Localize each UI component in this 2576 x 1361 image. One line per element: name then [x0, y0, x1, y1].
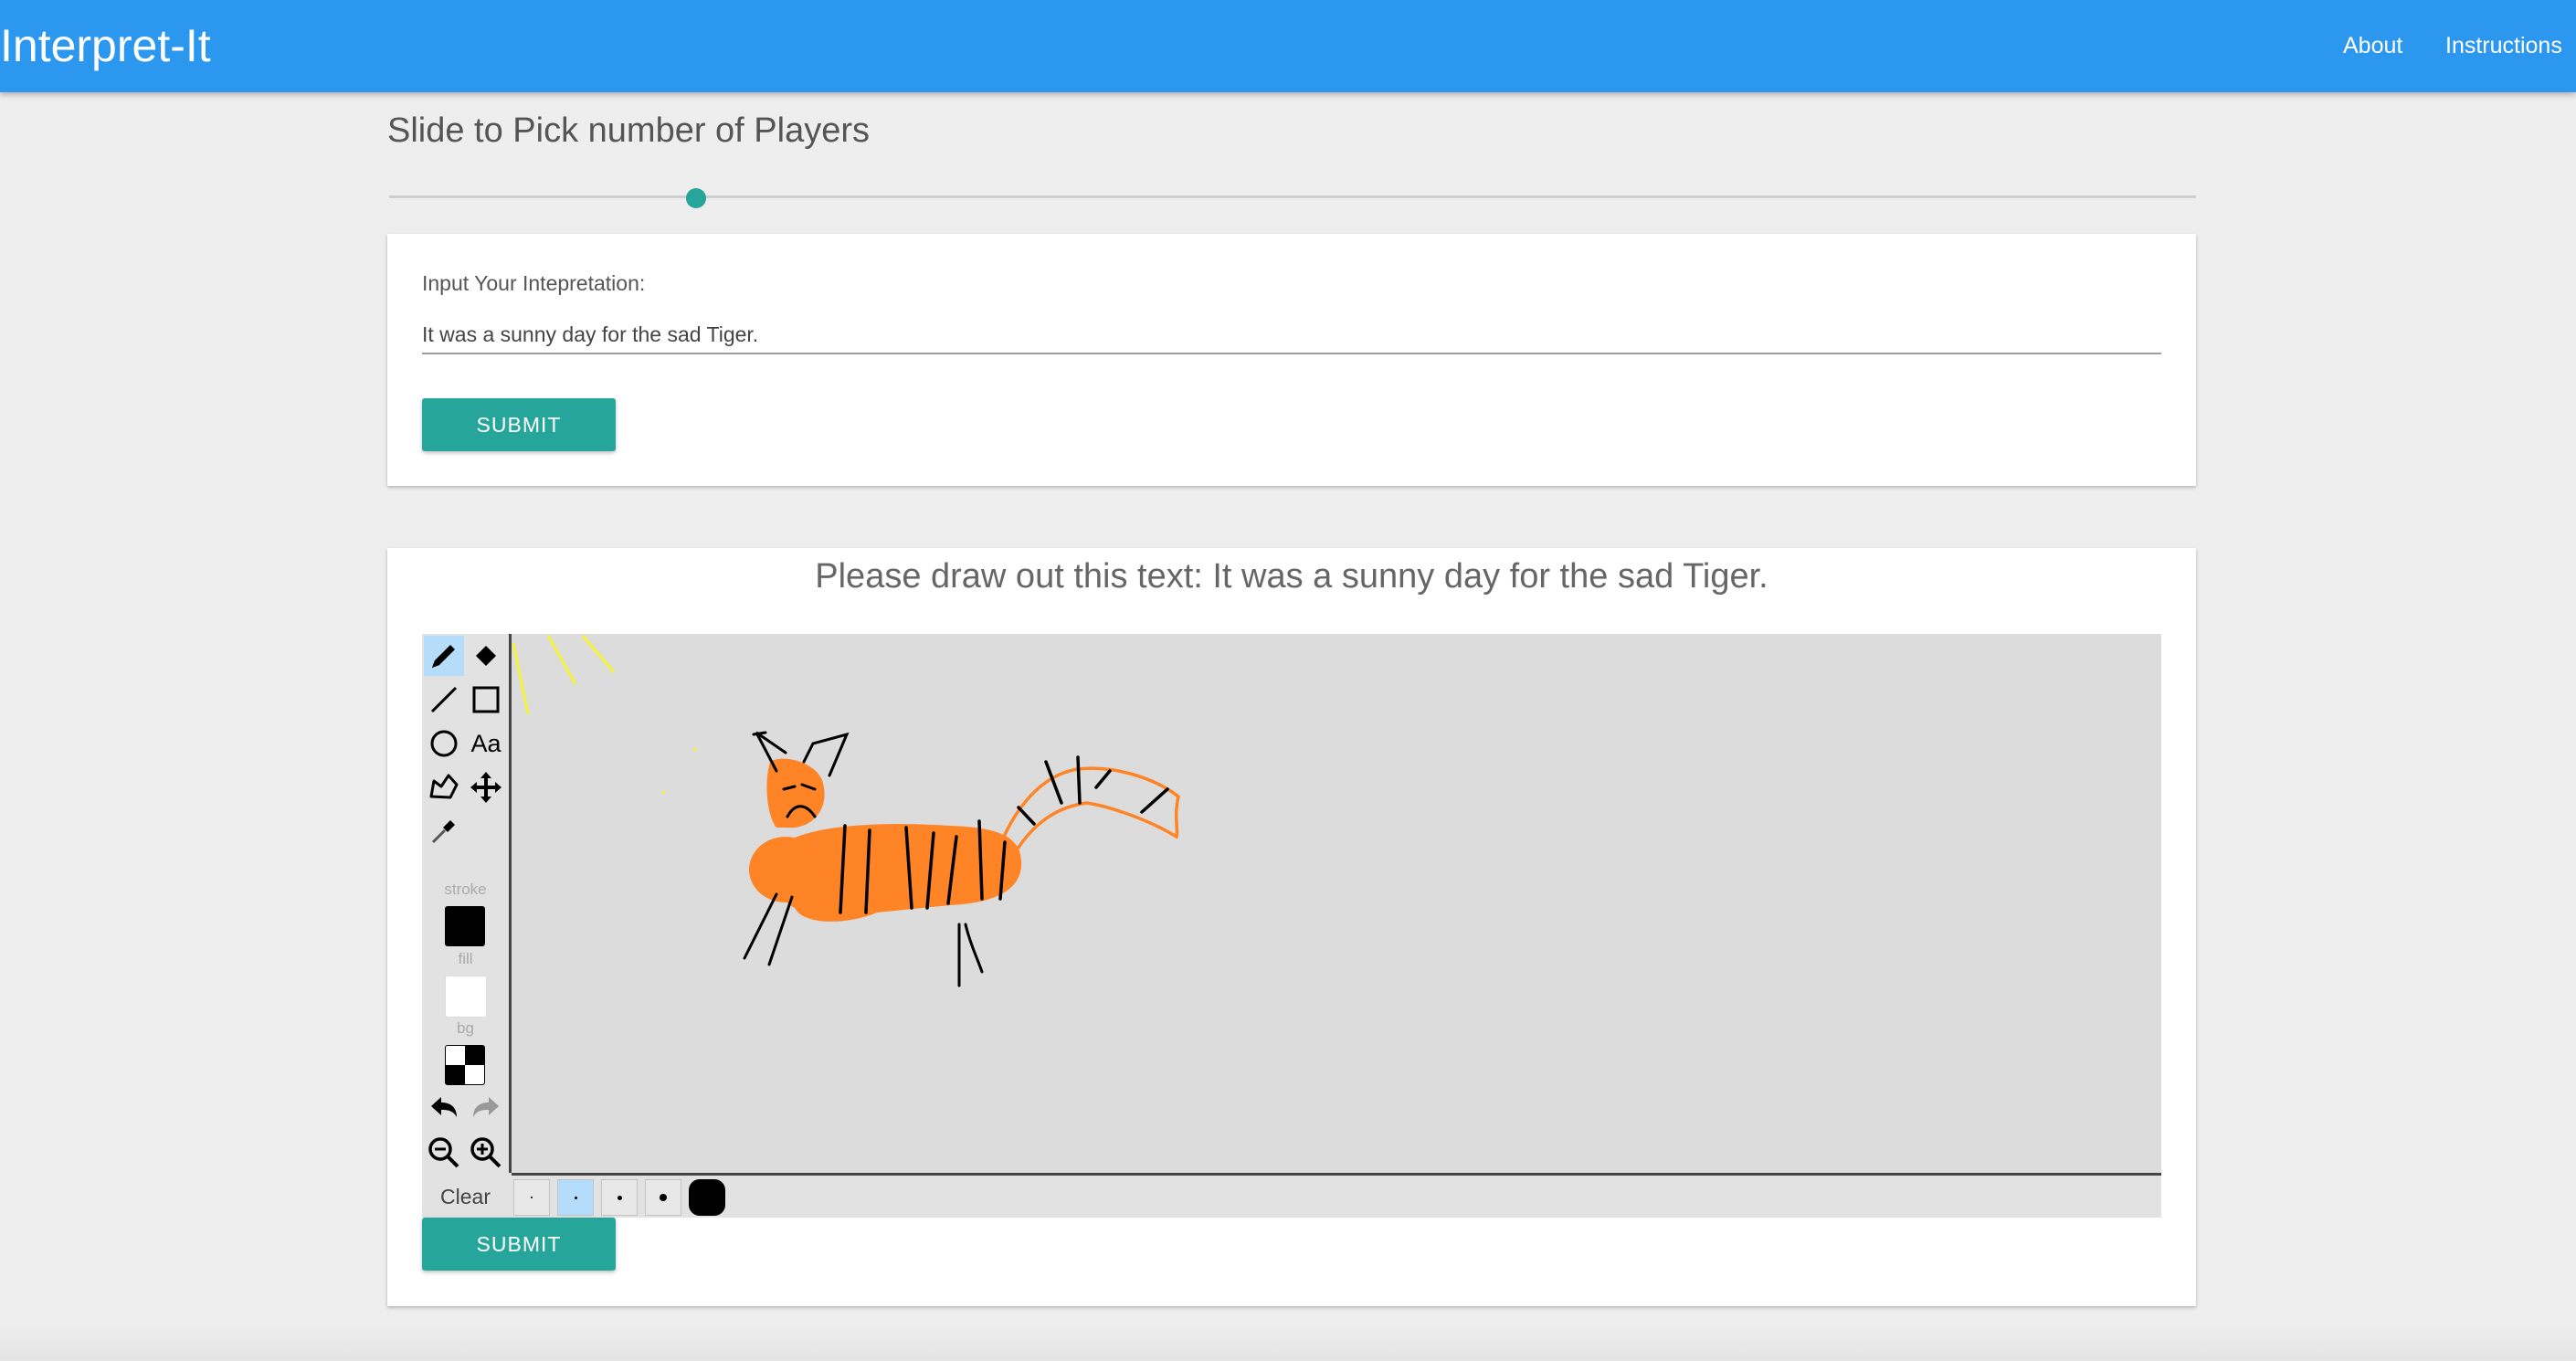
bg-label: bg: [457, 1019, 474, 1037]
interpretation-label: Input Your Intepretation:: [422, 271, 646, 295]
eraser-icon[interactable]: [466, 636, 506, 676]
zoom-out-icon[interactable]: [424, 1133, 464, 1173]
eyedropper-icon[interactable]: [424, 811, 464, 851]
text-tool-label: Aa: [470, 729, 501, 757]
text-tool-icon[interactable]: Aa: [466, 723, 506, 764]
brush-size-1-button[interactable]: [513, 1179, 550, 1216]
players-slider-thumb[interactable]: [686, 188, 707, 208]
redo-icon[interactable]: [466, 1089, 506, 1129]
clear-button[interactable]: Clear: [422, 1176, 509, 1218]
brush-size-3-button[interactable]: [601, 1179, 638, 1216]
polygon-icon[interactable]: [424, 767, 464, 807]
interpretation-card: Input Your Intepretation: SUBMIT: [387, 234, 2196, 486]
editor-bottom-bar: Clear: [422, 1176, 2161, 1218]
brush-size-1-dot: [531, 1197, 533, 1198]
players-slider-title: Slide to Pick number of Players: [387, 111, 871, 150]
drawing-canvas[interactable]: [512, 634, 2161, 1176]
drawing-prompt: Please draw out this text: It was a sunn…: [815, 557, 1768, 596]
app-header: Interpret-It About Instructions: [0, 0, 2576, 92]
tiger-drawing: [512, 635, 1180, 987]
brand-logo[interactable]: Interpret-It: [0, 18, 211, 73]
players-slider-track[interactable]: [389, 195, 2196, 198]
page-footer-shade: [0, 1320, 2576, 1361]
fill-label: fill: [458, 950, 473, 967]
fill-color-swatch[interactable]: [445, 976, 487, 1018]
drawing-card: Please draw out this text: It was a sunn…: [387, 548, 2196, 1306]
nav-instructions-link[interactable]: Instructions: [2445, 31, 2562, 60]
rectangle-icon[interactable]: [466, 680, 506, 720]
brush-size-3-dot: [617, 1195, 622, 1200]
brush-size-2-dot: [574, 1196, 577, 1199]
bg-color-swatch[interactable]: [445, 1045, 485, 1085]
drawing-editor: Aa stroke fill bg Clear: [422, 634, 2161, 1218]
submit-interpretation-button[interactable]: SUBMIT: [422, 398, 616, 451]
brush-size-5-button[interactable]: [689, 1179, 725, 1216]
nav-about-link[interactable]: About: [2343, 31, 2402, 60]
brush-size-4-button[interactable]: [645, 1179, 681, 1216]
interpretation-input[interactable]: [422, 316, 2161, 354]
brush-size-4-dot: [660, 1194, 667, 1201]
brush-size-2-button[interactable]: [557, 1179, 594, 1216]
sun-rays: [512, 635, 698, 795]
zoom-in-icon[interactable]: [466, 1133, 506, 1173]
stroke-label: stroke: [444, 881, 487, 898]
ellipse-icon[interactable]: [424, 723, 464, 764]
move-icon[interactable]: [466, 767, 506, 807]
stroke-color-swatch[interactable]: [445, 906, 485, 946]
brush-size-5-dot: [689, 1179, 725, 1216]
undo-icon[interactable]: [424, 1089, 464, 1129]
pencil-icon[interactable]: [424, 636, 464, 676]
submit-drawing-button[interactable]: SUBMIT: [422, 1218, 616, 1271]
line-icon[interactable]: [424, 680, 464, 720]
drawing-toolbar: Aa stroke fill bg: [422, 634, 512, 1173]
